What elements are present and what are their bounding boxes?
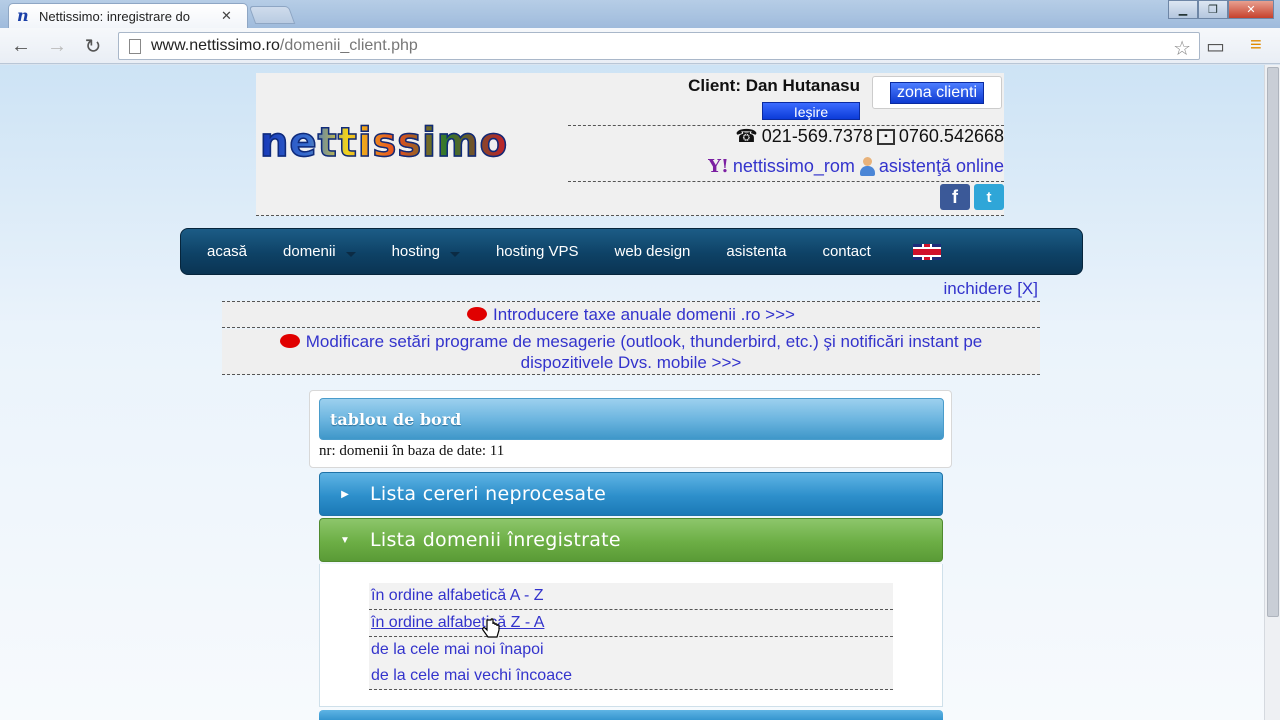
site-header: nettissimo Client: Dan Hutanasu Ieşire z… bbox=[256, 73, 1004, 216]
window-icon[interactable]: ▭ bbox=[1206, 34, 1225, 59]
sort-link-newest[interactable]: de la cele mai noi înapoi bbox=[369, 637, 893, 664]
contact-phones: ☎ 021-569.7378 ▪ 0760.542668 bbox=[735, 126, 1004, 147]
dropdown-caret-icon bbox=[449, 252, 460, 257]
client-name: Client: Dan Hutanasu bbox=[688, 76, 860, 95]
sort-link-a-z[interactable]: în ordine alfabetică A - Z bbox=[369, 583, 893, 610]
triangle-right-icon: ▶ bbox=[341, 488, 349, 500]
nav-item-web-design[interactable]: web design bbox=[597, 229, 709, 274]
menu-icon[interactable]: ≡ bbox=[1250, 34, 1262, 57]
window-controls: ▁ ❐ ✕ bbox=[1168, 0, 1274, 19]
chat-contacts: Y! nettissimo_rom asistenţă online bbox=[708, 156, 1004, 177]
accordion-label: Lista cereri neprocesate bbox=[370, 483, 607, 505]
phone-icon: ☎ bbox=[735, 126, 758, 146]
yahoo-messenger-icon: Y! bbox=[708, 156, 729, 177]
mobile-phone-icon: ▪ bbox=[876, 128, 895, 145]
reload-icon[interactable]: ↻ bbox=[80, 34, 106, 58]
logout-button[interactable]: Ieşire bbox=[762, 102, 860, 120]
nav-item-language[interactable] bbox=[889, 229, 959, 274]
tab-close-icon[interactable]: ✕ bbox=[221, 8, 232, 24]
hand-cursor-icon bbox=[482, 618, 500, 638]
online-support-link[interactable]: asistenţă online bbox=[879, 156, 1004, 177]
accordion-registered-domains[interactable]: ▼ Lista domenii înregistrate bbox=[319, 518, 943, 562]
dashboard-header: tablou de bord bbox=[319, 398, 944, 440]
vertical-scrollbar[interactable] bbox=[1264, 65, 1280, 720]
red-dot-icon bbox=[279, 334, 300, 348]
site-favicon-icon: n bbox=[17, 6, 29, 25]
phone-number: 021-569.7378 bbox=[761, 126, 873, 146]
new-tab-button[interactable] bbox=[248, 6, 296, 24]
client-zone-label: zona clienti bbox=[889, 81, 985, 104]
news-item[interactable]: Modificare setări programe de mesagerie … bbox=[222, 329, 1040, 375]
red-dot-icon bbox=[467, 307, 488, 321]
page-content: nettissimo Client: Dan Hutanasu Ieşire z… bbox=[0, 65, 1264, 720]
uk-flag-icon bbox=[912, 243, 941, 260]
nav-item-asistenta[interactable]: asistenta bbox=[708, 229, 804, 274]
dashboard-title: tablou de bord bbox=[330, 410, 462, 429]
site-logo[interactable]: nettissimo bbox=[259, 122, 508, 164]
news-panel: inchidere [X] Introducere taxe anuale do… bbox=[222, 279, 1040, 375]
sort-link-oldest[interactable]: de la cele mai vechi încoace bbox=[369, 663, 893, 690]
news-item[interactable]: Introducere taxe anuale domenii .ro >>> bbox=[222, 301, 1040, 328]
nav-item-hosting-vps[interactable]: hosting VPS bbox=[478, 229, 597, 274]
address-bar[interactable]: www.nettissimo.ro/domenii_client.php ☆ bbox=[118, 32, 1200, 60]
window-titlebar: n Nettissimo: inregistrare do ✕ ▁ ❐ ✕ bbox=[0, 0, 1280, 28]
forward-arrow-icon[interactable]: → bbox=[44, 34, 70, 58]
back-arrow-icon[interactable]: ← bbox=[8, 34, 34, 58]
dashboard-box: tablou de bord nr: domenii în baza de da… bbox=[309, 390, 952, 468]
dropdown-caret-icon bbox=[345, 252, 356, 257]
maximize-icon[interactable]: ❐ bbox=[1198, 0, 1228, 19]
scrollbar-thumb[interactable] bbox=[1267, 67, 1279, 617]
nav-item-contact[interactable]: contact bbox=[804, 229, 888, 274]
facebook-icon[interactable]: f bbox=[940, 184, 970, 210]
tab-title: Nettissimo: inregistrare do bbox=[39, 8, 190, 24]
sort-link-z-a[interactable]: în ordine alfabetică Z - A bbox=[369, 610, 893, 637]
mobile-number: 0760.542668 bbox=[898, 126, 1004, 146]
domain-count: nr: domenii în baza de date: 11 bbox=[319, 443, 505, 459]
client-zone-button[interactable]: zona clienti bbox=[872, 76, 1002, 109]
accordion-unprocessed-requests[interactable]: ▶ Lista cereri neprocesate bbox=[319, 472, 943, 516]
yahoo-id-link[interactable]: nettissimo_rom bbox=[733, 156, 855, 177]
close-window-icon[interactable]: ✕ bbox=[1228, 0, 1274, 19]
bookmark-star-icon[interactable]: ☆ bbox=[1173, 36, 1191, 61]
support-person-icon bbox=[859, 156, 875, 177]
browser-tab[interactable]: n Nettissimo: inregistrare do ✕ bbox=[8, 3, 248, 28]
nav-item-domenii[interactable]: domenii bbox=[265, 229, 374, 274]
accordion-label: Lista domenii înregistrate bbox=[370, 529, 621, 551]
nav-item-hosting[interactable]: hosting bbox=[374, 229, 478, 274]
news-close-link[interactable]: inchidere [X] bbox=[944, 279, 1039, 299]
url-text: www.nettissimo.ro/domenii_client.php bbox=[151, 37, 418, 54]
triangle-down-icon: ▼ bbox=[340, 534, 350, 546]
page-icon bbox=[129, 38, 141, 54]
divider bbox=[568, 181, 1004, 182]
browser-toolbar: ← → ↻ www.nettissimo.ro/domenii_client.p… bbox=[0, 28, 1280, 64]
accordion-panel: în ordine alfabetică A - Z în ordine alf… bbox=[319, 564, 943, 707]
main-nav: acasă domenii hosting hosting VPS web de… bbox=[180, 228, 1083, 275]
accordion-next-section[interactable] bbox=[319, 710, 943, 720]
nav-item-acasa[interactable]: acasă bbox=[181, 229, 265, 274]
social-links: f t bbox=[940, 184, 1004, 210]
twitter-icon[interactable]: t bbox=[974, 184, 1004, 210]
minimize-icon[interactable]: ▁ bbox=[1168, 0, 1198, 19]
